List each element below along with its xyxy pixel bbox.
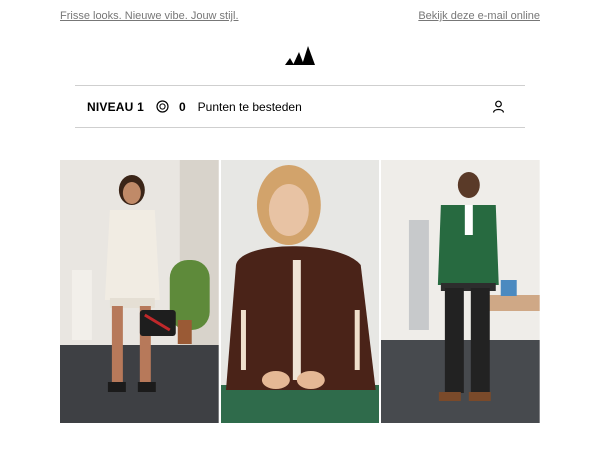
preheader: Frisse looks. Nieuwe vibe. Jouw stijl. B…	[60, 10, 540, 22]
view-online-link[interactable]: Bekijk deze e-mail online	[418, 10, 540, 22]
level-value: 1	[137, 99, 144, 114]
level-label: NIVEAU 1	[87, 99, 144, 114]
hero-image[interactable]	[60, 160, 541, 423]
coin-icon	[156, 100, 169, 113]
points-label: Punten te besteden	[197, 99, 302, 114]
points-value: 0	[178, 99, 186, 114]
tagline-link[interactable]: Frisse looks. Nieuwe vibe. Jouw stijl.	[60, 10, 239, 22]
user-icon[interactable]	[492, 100, 505, 113]
brand-logo[interactable]	[0, 45, 600, 65]
adidas-logo-icon	[285, 46, 315, 65]
hero-photo-left	[60, 160, 219, 423]
hero-photo-right	[381, 160, 541, 423]
hero-photo-center	[220, 160, 380, 423]
loyalty-bar: NIVEAU 1 0 Punten te besteden	[75, 85, 525, 128]
